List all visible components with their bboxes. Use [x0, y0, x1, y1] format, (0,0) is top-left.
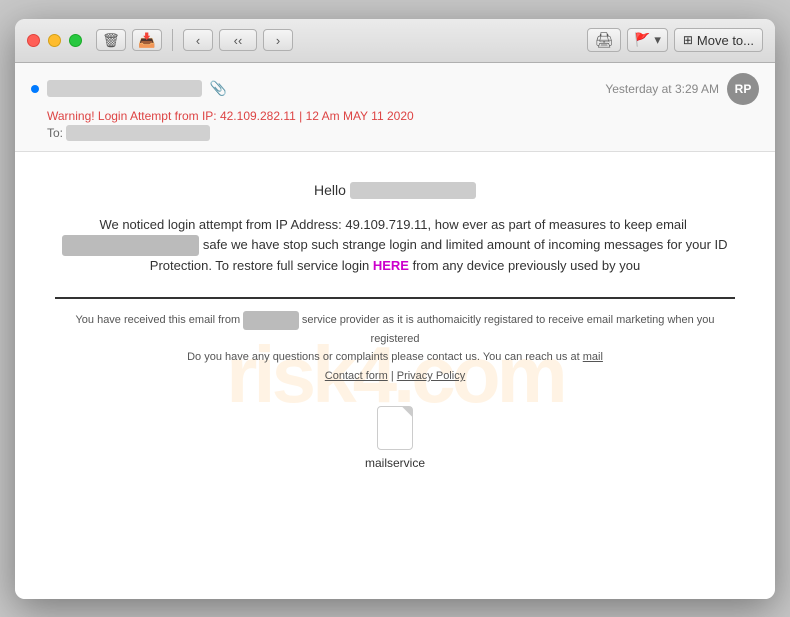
email-subject: Warning! Login Attempt from IP: 42.109.2…: [47, 109, 759, 123]
contact-form-link[interactable]: Contact form: [325, 370, 388, 382]
email-header-row1: ███ █ Email Protection 📎 Yesterday at 3:…: [31, 73, 759, 105]
email-timestamp-area: Yesterday at 3:29 AM RP: [605, 73, 759, 105]
footer-text-1b: service provider as it is authomaicitly …: [302, 314, 715, 345]
footer-sep: |: [391, 370, 394, 382]
email-footer: You have received this email from ██ ser…: [55, 297, 735, 386]
minimize-button[interactable]: [48, 34, 61, 47]
email-to-row: To: ████████████████: [47, 125, 759, 141]
timestamp: Yesterday at 3:29 AM: [605, 82, 719, 96]
moveto-button[interactable]: ⊞ Move to...: [674, 28, 763, 52]
footer-line-2: Do you have any questions or complaints …: [55, 348, 735, 367]
flag-button[interactable]: 🚩 ▾: [627, 28, 668, 52]
email-header: ███ █ Email Protection 📎 Yesterday at 3:…: [15, 63, 775, 152]
archive-button[interactable]: 📥: [132, 29, 162, 51]
main-para-3: from any device previously used by you: [413, 258, 641, 273]
mail-window: 🗑 📥 ‹ ‹‹ › 🖨 🚩 ▾ ⊞ Move to... ███ █ Emai: [15, 19, 775, 599]
print-button[interactable]: 🖨: [587, 28, 621, 52]
footer-mail-link[interactable]: mail: [583, 351, 603, 363]
avatar: RP: [727, 73, 759, 105]
back-all-button[interactable]: ‹‹: [219, 29, 257, 51]
close-button[interactable]: [27, 34, 40, 47]
to-label: To:: [47, 126, 63, 140]
titlebar: 🗑 📥 ‹ ‹‹ › 🖨 🚩 ▾ ⊞ Move to...: [15, 19, 775, 63]
toolbar-right: 🖨 🚩 ▾ ⊞ Move to...: [587, 28, 763, 52]
main-para-1: We noticed login attempt from IP Address…: [99, 217, 687, 232]
footer-text-2: Do you have any questions or complaints …: [187, 351, 580, 363]
divider: [172, 29, 173, 51]
moveto-label: Move to...: [697, 33, 754, 48]
trash-button[interactable]: 🗑: [96, 29, 126, 51]
attachment-icon: 📎: [210, 80, 227, 97]
footer-line-1: You have received this email from ██ ser…: [55, 311, 735, 348]
email-body: risk4.com Hello ██████ ██████ We noticed…: [15, 152, 775, 599]
back-button[interactable]: ‹: [183, 29, 213, 51]
blurred-email: ████: [62, 235, 199, 256]
maximize-button[interactable]: [69, 34, 82, 47]
traffic-lights: [27, 34, 82, 47]
footer-text-1: You have received this email from: [75, 314, 240, 326]
sender-info: ███ █ Email Protection 📎: [31, 80, 227, 97]
privacy-policy-link[interactable]: Privacy Policy: [397, 370, 465, 382]
flag-chevron: ▾: [654, 32, 661, 48]
forward-button[interactable]: ›: [263, 29, 293, 51]
to-address: ████████████████: [66, 125, 210, 141]
email-main-text: We noticed login attempt from IP Address…: [55, 215, 735, 277]
footer-blurred: ██: [243, 311, 299, 330]
email-content: Hello ██████ ██████ We noticed login att…: [15, 152, 775, 490]
flag-icon: 🚩: [634, 32, 650, 48]
file-name: mailservice: [365, 456, 425, 470]
here-link[interactable]: HERE: [373, 258, 409, 273]
moveto-icon: ⊞: [683, 33, 693, 47]
unread-dot: [31, 85, 39, 93]
greeting-name: ██████ ██████: [350, 182, 476, 199]
nav-actions: 🗑 📥 ‹ ‹‹ ›: [96, 29, 293, 51]
footer-line-3: Contact form | Privacy Policy: [55, 367, 735, 386]
email-greeting: Hello ██████ ██████: [55, 182, 735, 199]
greeting-text: Hello: [314, 182, 346, 198]
file-icon: [377, 406, 413, 450]
sender-name: ███ █ Email Protection: [47, 80, 202, 97]
file-attachment[interactable]: mailservice: [55, 406, 735, 470]
